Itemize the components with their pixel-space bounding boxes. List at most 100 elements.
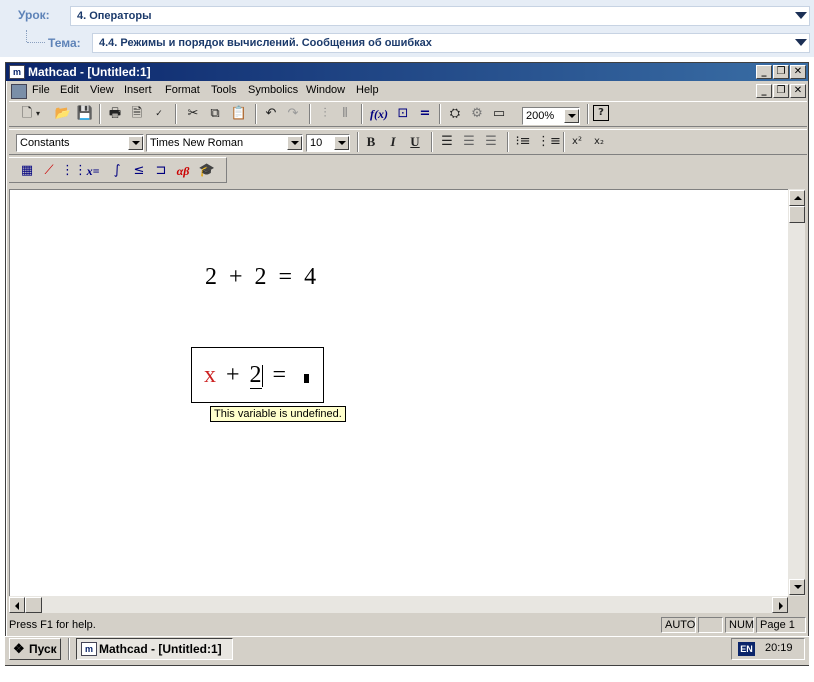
align-center-icon[interactable]: ☰ [459, 132, 479, 152]
mathcad-app-icon[interactable]: m [9, 65, 25, 79]
boolean-toolbar-icon[interactable]: ≤ [129, 161, 149, 181]
copy-icon[interactable]: ⧉ [205, 104, 225, 124]
horizontal-scrollbar[interactable] [9, 596, 788, 613]
menu-bar: File Edit View Insert Format Tools Symbo… [6, 82, 808, 100]
math-toolbar: ▦ ⟋ ⋮⋮ x= ∫ ≤ ⊐ αβ 🎓 [9, 157, 227, 183]
equation-region-1[interactable]: 2 + 2 = 4 [205, 264, 316, 291]
open-folder-icon[interactable]: 📂 [53, 104, 73, 124]
topic-dropdown-arrow-icon[interactable] [795, 39, 807, 46]
menu-symbolics[interactable]: Symbolics [248, 84, 298, 96]
paste-icon[interactable]: 📋 [229, 104, 249, 124]
insert-unit-icon[interactable]: ⊡ [393, 104, 413, 124]
scroll-up-button[interactable] [789, 190, 805, 206]
insert-function-icon[interactable]: f(x) [367, 104, 391, 124]
superscript-icon[interactable]: x² [567, 132, 587, 152]
topic-select[interactable]: 4.4. Режимы и порядок вычислений. Сообще… [92, 33, 810, 53]
redo-icon[interactable]: ↷ [283, 104, 303, 124]
menu-view[interactable]: View [90, 84, 114, 96]
error-tooltip: This variable is undefined. [210, 406, 346, 422]
style-select[interactable]: Constants [16, 134, 144, 152]
lesson-dropdown-arrow-icon[interactable] [795, 12, 807, 19]
windows-logo-icon: ❖ [13, 641, 25, 656]
calculus-toolbar-icon[interactable]: ∫ [107, 161, 127, 181]
scroll-left-button[interactable] [9, 597, 25, 613]
subscript-icon[interactable]: x₂ [589, 132, 609, 152]
tree-connector-h [27, 42, 45, 44]
vertical-scrollbar[interactable] [788, 189, 805, 596]
toolbar-separator [431, 132, 433, 152]
doc-restore-button[interactable]: ❐ [773, 84, 789, 98]
italic-button[interactable]: I [383, 132, 403, 152]
underline-button[interactable]: U [405, 132, 425, 152]
align-across-icon[interactable]: ⫶ [315, 104, 335, 124]
font-select[interactable]: Times New Roman [146, 134, 303, 152]
insert-component-icon[interactable]: ⛭ [445, 104, 465, 124]
task-mathcad-button[interactable]: m Mathcad - [Untitled:1] [76, 638, 233, 660]
menu-edit[interactable]: Edit [60, 84, 79, 96]
zoom-value: 200% [526, 110, 555, 122]
print-icon[interactable]: 🖶 [105, 104, 125, 124]
greek-toolbar-icon[interactable]: αβ [173, 161, 193, 181]
language-indicator[interactable]: EN [738, 642, 755, 656]
undefined-variable: x [204, 362, 216, 388]
equation-2-content[interactable]: x + 2 = [204, 362, 286, 389]
print-preview-icon[interactable]: 🗎 [127, 104, 147, 124]
help-icon[interactable]: ? [593, 105, 609, 121]
status-page-text: Page 1 [760, 619, 795, 631]
spell-check-icon[interactable]: ✓ [149, 104, 169, 124]
symbolic-toolbar-icon[interactable]: 🎓 [197, 161, 217, 181]
close-button[interactable]: ✕ [790, 65, 806, 79]
calculate-icon[interactable]: = [415, 104, 435, 124]
font-size-select[interactable]: 10 [306, 134, 350, 152]
doc-minimize-button[interactable]: _ [756, 84, 772, 98]
cut-icon[interactable]: ✂ [183, 104, 203, 124]
run-mathconnex-icon[interactable]: ⚙ [467, 104, 487, 124]
lesson-select[interactable]: 4. Операторы [70, 6, 810, 26]
font-dropdown-arrow-icon[interactable] [287, 136, 302, 150]
toolbar-separator [99, 104, 101, 124]
worksheet[interactable] [9, 189, 788, 596]
doc-close-button[interactable]: ✕ [790, 84, 806, 98]
eq1-operand-a: 2 [205, 264, 217, 290]
matrix-toolbar-icon[interactable]: ⋮⋮ [61, 161, 87, 181]
undo-icon[interactable]: ↶ [261, 104, 281, 124]
status-mode: AUTO [661, 617, 696, 633]
vertical-scroll-thumb[interactable] [789, 206, 805, 223]
graph-toolbar-icon[interactable]: ⟋ [39, 161, 59, 181]
bold-button[interactable]: B [361, 132, 381, 152]
minimize-button[interactable]: _ [756, 65, 772, 79]
zoom-dropdown-arrow-icon[interactable] [564, 109, 579, 123]
menu-file[interactable]: File [32, 84, 50, 96]
document-icon[interactable] [11, 84, 27, 99]
horizontal-scroll-thumb[interactable] [25, 597, 42, 613]
save-icon[interactable]: 💾 [75, 104, 95, 124]
taskbar-separator [68, 638, 70, 660]
programming-toolbar-icon[interactable]: ⊐ [151, 161, 171, 181]
title-bar: m Mathcad - [Untitled:1] [6, 63, 808, 81]
menu-window[interactable]: Window [306, 84, 345, 96]
start-button[interactable]: ❖ Пуск [9, 638, 61, 660]
toolbar-separator [175, 104, 177, 124]
menu-insert[interactable]: Insert [124, 84, 152, 96]
scroll-down-button[interactable] [789, 579, 805, 595]
scroll-right-button[interactable] [772, 597, 788, 613]
resource-center-icon[interactable]: ▭ [489, 104, 509, 124]
restore-button[interactable]: ❐ [773, 65, 789, 79]
align-left-icon[interactable]: ☰ [437, 132, 457, 152]
result-placeholder[interactable] [304, 374, 309, 383]
calculator-toolbar-icon[interactable]: ▦ [17, 161, 37, 181]
size-dropdown-arrow-icon[interactable] [334, 136, 349, 150]
align-down-icon[interactable]: ⫴ [335, 104, 355, 124]
numbering-icon[interactable]: ⋮≡ [537, 132, 561, 152]
eq1-equals: = [278, 264, 293, 290]
window-title: Mathcad - [Untitled:1] [28, 65, 151, 79]
bullets-icon[interactable]: ⁝≡ [513, 132, 533, 152]
zoom-select[interactable]: 200% [522, 107, 580, 125]
new-dropdown-icon[interactable]: ▾ [33, 104, 43, 124]
menu-help[interactable]: Help [356, 84, 379, 96]
evaluation-toolbar-icon[interactable]: x= [83, 161, 103, 181]
align-right-icon[interactable]: ☰ [481, 132, 501, 152]
menu-format[interactable]: Format [165, 84, 200, 96]
menu-tools[interactable]: Tools [211, 84, 237, 96]
style-dropdown-arrow-icon[interactable] [128, 136, 143, 150]
